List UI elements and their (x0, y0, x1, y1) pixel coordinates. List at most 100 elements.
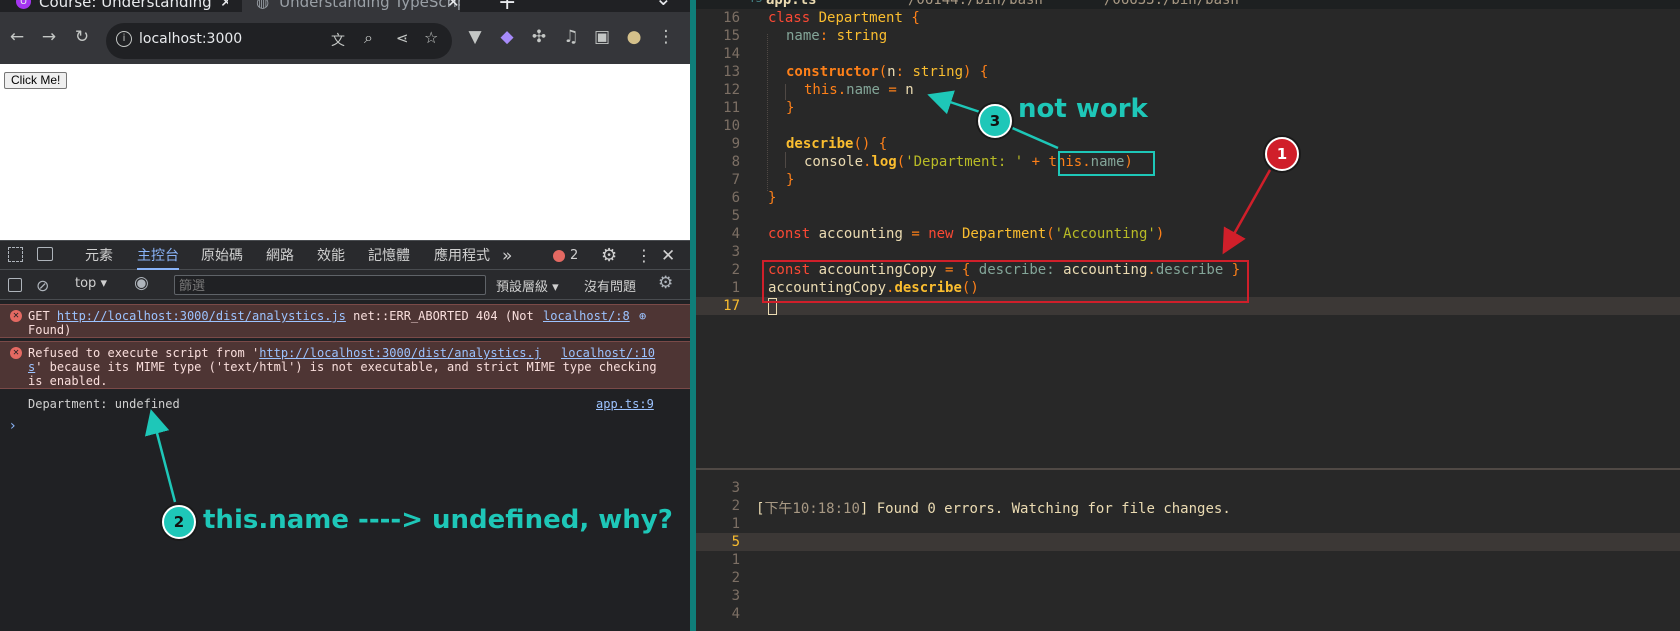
line-number: 3 (731, 480, 740, 496)
page-viewport (0, 64, 690, 240)
log-levels-label: 預設層級 (496, 280, 549, 295)
code-line: } (768, 190, 777, 206)
info-icon[interactable]: i (116, 31, 132, 47)
current-line-number: 5 (731, 534, 740, 550)
line-number: 6 (731, 190, 740, 206)
log-levels-dropdown[interactable]: 預設層級 ▾ (496, 276, 559, 295)
error-count[interactable]: 2 (570, 241, 578, 271)
tab-application[interactable]: 應用程式 (434, 241, 490, 271)
line-number: 1 (731, 552, 740, 568)
udemy-icon: U (16, 0, 31, 9)
device-toolbar-icon[interactable] (37, 247, 53, 261)
annotation-badge-1: 1 (1265, 137, 1299, 171)
terminal-tab-1[interactable]: /06144:/bin/bash (908, 0, 1043, 8)
forward-icon[interactable]: → (38, 26, 60, 48)
settings-gear-icon[interactable]: ⚙ (601, 241, 617, 271)
extension-vee-icon[interactable]: ▼ (464, 26, 486, 48)
tab-title: Understanding TypeScrip (279, 0, 460, 11)
menu-kebab-icon[interactable]: ⋮ (655, 26, 677, 48)
tab-performance[interactable]: 效能 (317, 241, 345, 271)
tab-console[interactable]: 主控台 (137, 241, 179, 270)
zoom-icon[interactable]: ⌕ (364, 28, 373, 48)
more-tabs-icon[interactable]: » (502, 241, 512, 271)
tab-network[interactable]: 網路 (266, 241, 294, 271)
console-filter-input[interactable] (174, 275, 486, 295)
globe-icon: ◍ (256, 0, 270, 11)
bookmark-star-icon[interactable]: ☆ (424, 28, 438, 47)
translate-icon[interactable]: 文 (331, 30, 345, 50)
console-prompt[interactable]: › (10, 418, 16, 434)
live-expression-eye-icon[interactable]: ◉ (134, 273, 149, 293)
error-url-link[interactable]: http://localhost:3000/dist/analystics.js (57, 309, 346, 323)
extension-shield-icon[interactable]: ◆ (496, 26, 518, 48)
log-text: Department: undefined (28, 397, 180, 411)
code-line: class Department { (768, 10, 920, 26)
log-source-link[interactable]: app.ts:9 (596, 397, 654, 411)
address-bar[interactable]: i localhost:3000 文 ⌕ ⋖ ☆ (106, 23, 452, 59)
console-panel: ✕ GET http://localhost:3000/dist/analyst… (0, 300, 690, 631)
context-select[interactable]: top ▾ (75, 276, 107, 291)
terminal-tab-2[interactable]: /06633:/bin/bash (1104, 0, 1239, 8)
line-number: 2 (731, 498, 740, 514)
editor-tab-app-ts[interactable]: app.ts (766, 0, 817, 8)
console-settings-gear-icon[interactable]: ⚙ (658, 273, 673, 293)
inspect-element-icon[interactable] (8, 247, 23, 262)
back-icon[interactable]: ← (6, 26, 28, 48)
issues-button[interactable]: 沒有問題 (584, 276, 636, 295)
code-line: } (786, 100, 795, 116)
profile-avatar[interactable]: ● (623, 26, 645, 48)
console-log-message: Department: undefined app.ts:9 (0, 394, 690, 414)
console-toolbar: ⊘ top ▾ ◉ 預設層級 ▾ 沒有問題 ⚙ (0, 270, 690, 300)
annotation-badge-2: 2 (162, 505, 196, 539)
tab-elements[interactable]: 元素 (85, 241, 113, 271)
line-number: 2 (731, 570, 740, 586)
annotation-not-work: not work (1018, 94, 1148, 124)
code-line: const accounting = new Department('Accou… (768, 226, 1165, 242)
side-panel-icon[interactable]: ▣ (591, 26, 613, 48)
browser-toolbar: ← → ↻ i localhost:3000 文 ⌕ ⋖ ☆ ▼ ◆ ✣ ♫ ▣… (0, 12, 690, 64)
click-me-button[interactable]: Click Me! (4, 72, 68, 89)
line-number: 9 (731, 136, 740, 152)
tab-title: Course: Understanding (39, 0, 212, 11)
close-icon[interactable]: ✕ (220, 0, 228, 11)
tab-memory[interactable]: 記憶體 (368, 241, 410, 271)
indent-guide (785, 84, 786, 100)
close-devtools-icon[interactable]: ✕ (661, 241, 675, 271)
browser-tab-strip: U Course: Understanding ✕ ◍ Understandin… (0, 0, 690, 15)
code-line: describe() { (786, 136, 888, 152)
share-icon[interactable]: ⋖ (396, 29, 409, 47)
line-number: 4 (731, 226, 740, 242)
tab-understanding-typescript[interactable]: ◍ Understanding TypeScrip (242, 0, 460, 12)
line-number: 13 (723, 64, 740, 80)
line-number: 12 (723, 82, 740, 98)
error-source-link[interactable]: localhost/:8 (543, 309, 630, 323)
devtools-menu-icon[interactable]: ⋮ (636, 241, 652, 271)
indent-guide (767, 34, 768, 191)
annotation-undefined-why: this.name ----> undefined, why? (203, 505, 673, 535)
tab-search-chevron-icon[interactable]: ⌄ (655, 0, 672, 10)
tab-close-icon[interactable]: ✕ (447, 0, 460, 11)
code-line: this.name = n (804, 82, 914, 98)
context-value: top (75, 276, 97, 291)
reload-icon[interactable]: ↻ (71, 26, 93, 48)
clear-console-icon[interactable]: ⊘ (36, 276, 49, 295)
error-icon: ✕ (10, 347, 22, 359)
extensions-puzzle-icon[interactable]: ✣ (528, 26, 550, 48)
tab-sources[interactable]: 原始碼 (201, 241, 243, 271)
console-error-message: ✕ Refused to execute script from 'http:/… (0, 341, 690, 389)
code-editor[interactable]: TS app.ts /06144:/bin/bash /06633:/bin/b… (696, 0, 1680, 468)
error-source-link[interactable]: localhost/:10 (561, 346, 655, 360)
error-url-link[interactable]: http://localhost:3000/dist/analystics.j (259, 346, 541, 360)
editor-tabline: TS app.ts /06144:/bin/bash /06633:/bin/b… (696, 0, 1680, 9)
terminal-pane[interactable]: 3 2 1 5 1 2 3 4 [下午10:18:10] Found 0 err… (696, 468, 1680, 631)
accounting-copy-highlight-box (762, 260, 1249, 303)
line-number: 5 (731, 208, 740, 224)
error-icon: ✕ (10, 310, 22, 322)
error-info-icon[interactable]: ⊕ (639, 309, 646, 323)
tab-course[interactable]: U Course: Understanding ✕ (0, 0, 228, 12)
code-line: name: string (786, 28, 888, 44)
sidebar-toggle-icon[interactable] (8, 278, 22, 292)
terminal-output-line: [下午10:18:10] Found 0 errors. Watching fo… (756, 501, 1231, 517)
media-control-icon[interactable]: ♫ (560, 26, 582, 48)
current-line-highlight (696, 533, 1680, 551)
